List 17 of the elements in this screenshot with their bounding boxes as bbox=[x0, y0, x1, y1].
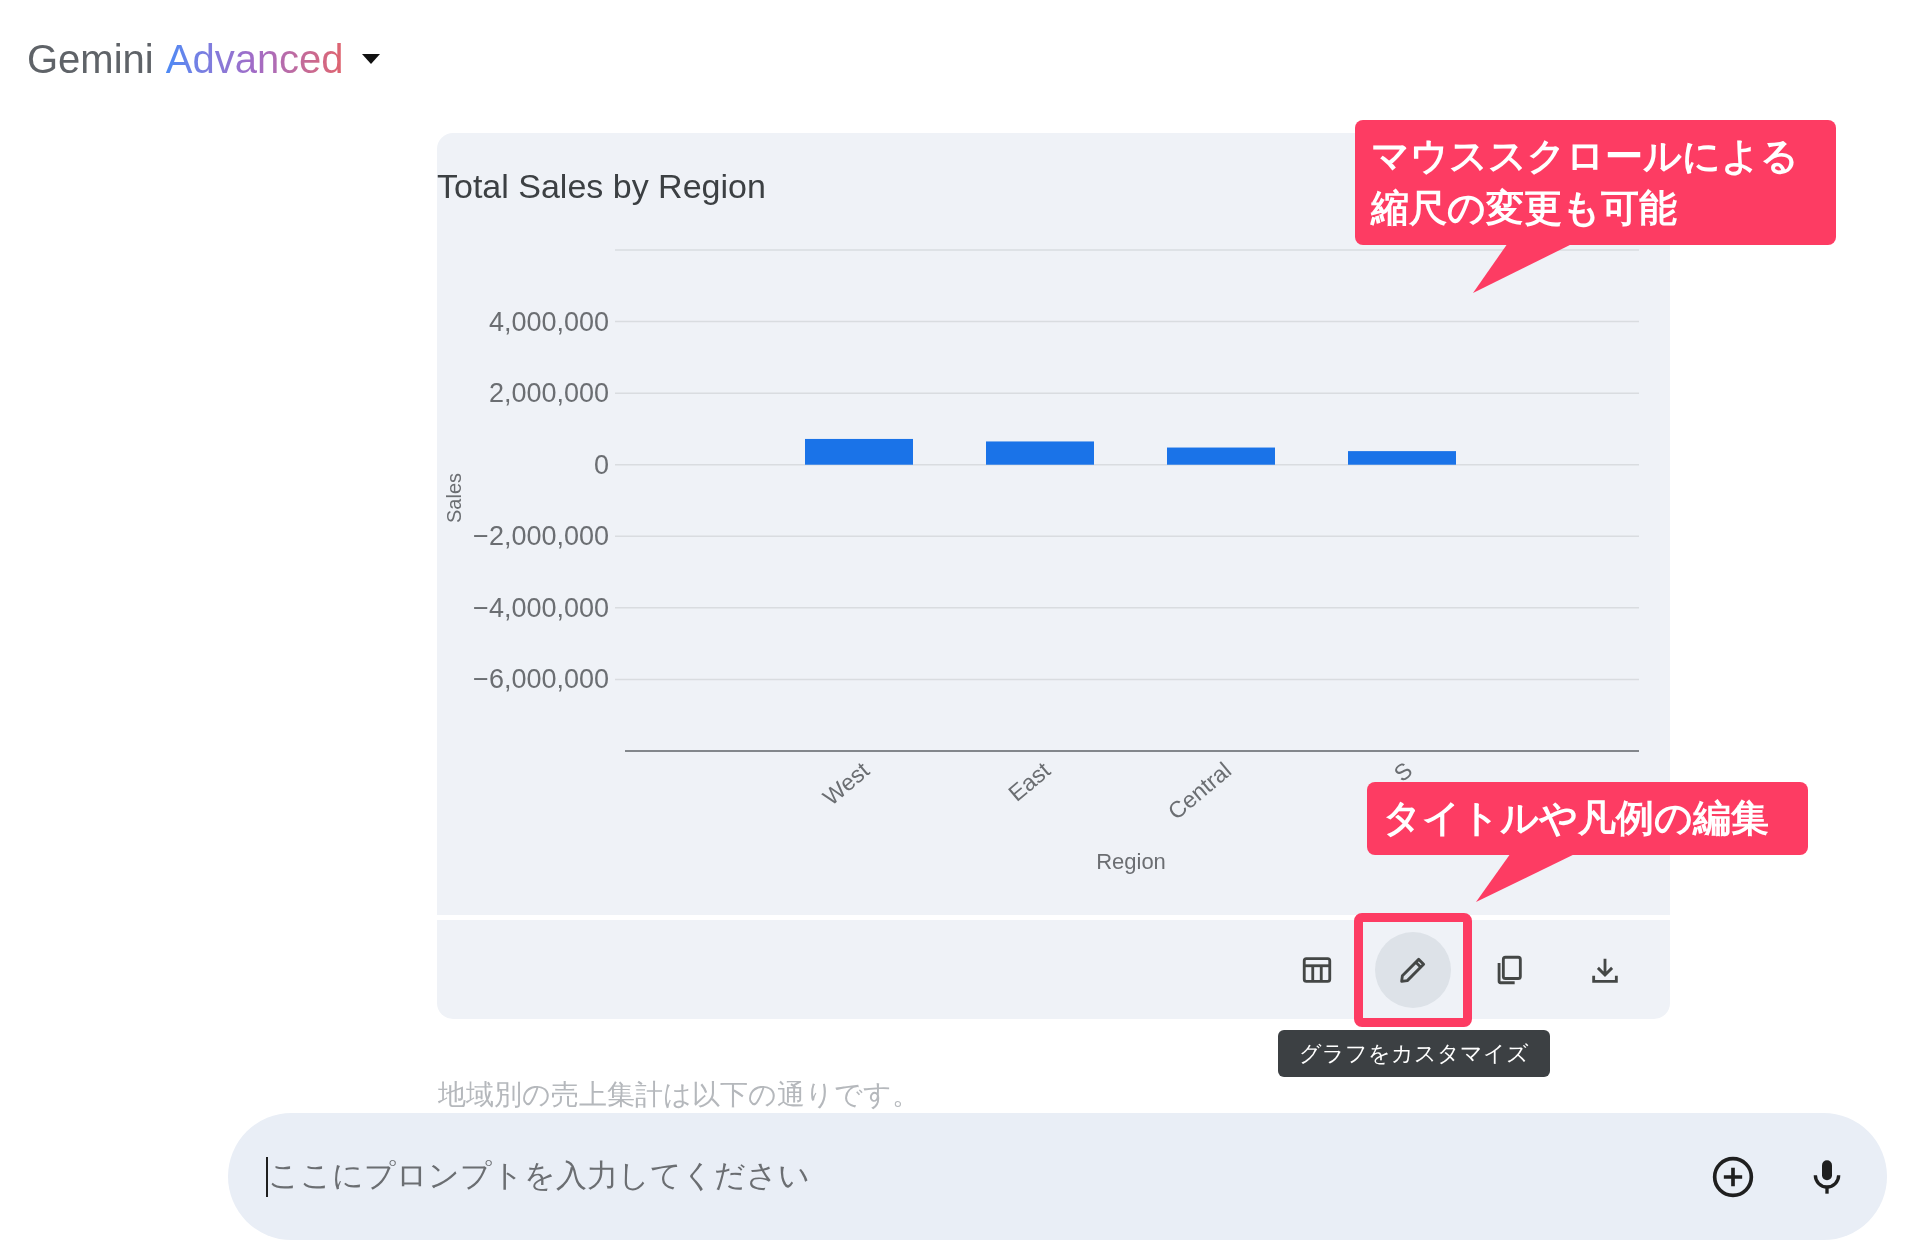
response-text: 地域別の売上集計は以下の通りです。 bbox=[438, 1078, 920, 1112]
chart-title: Total Sales by Region bbox=[437, 166, 766, 207]
prompt-field[interactable]: ここにプロンプトを入力してください bbox=[228, 1113, 1887, 1240]
y-axis-title: Sales bbox=[443, 473, 465, 523]
y-tick-label: 2,000,000 bbox=[488, 378, 609, 409]
dropdown-caret-icon[interactable] bbox=[359, 53, 382, 65]
x-axis-title: Region bbox=[1096, 849, 1166, 874]
y-tick-label: −4,000,000 bbox=[473, 592, 609, 623]
y-tick-label: −2,000,000 bbox=[473, 521, 609, 552]
x-tick-label: East bbox=[1003, 756, 1056, 807]
add-icon[interactable] bbox=[1711, 1154, 1755, 1199]
y-tick-label: 4,000,000 bbox=[488, 306, 609, 337]
y-tick-label: −6,000,000 bbox=[473, 664, 609, 695]
prompt-input[interactable]: ここにプロンプトを入力してください bbox=[268, 1153, 1711, 1200]
tooltip: グラフをカスタマイズ bbox=[1278, 1030, 1550, 1077]
y-tick-label: 0 bbox=[593, 449, 609, 480]
app-title: Gemini bbox=[27, 39, 154, 79]
